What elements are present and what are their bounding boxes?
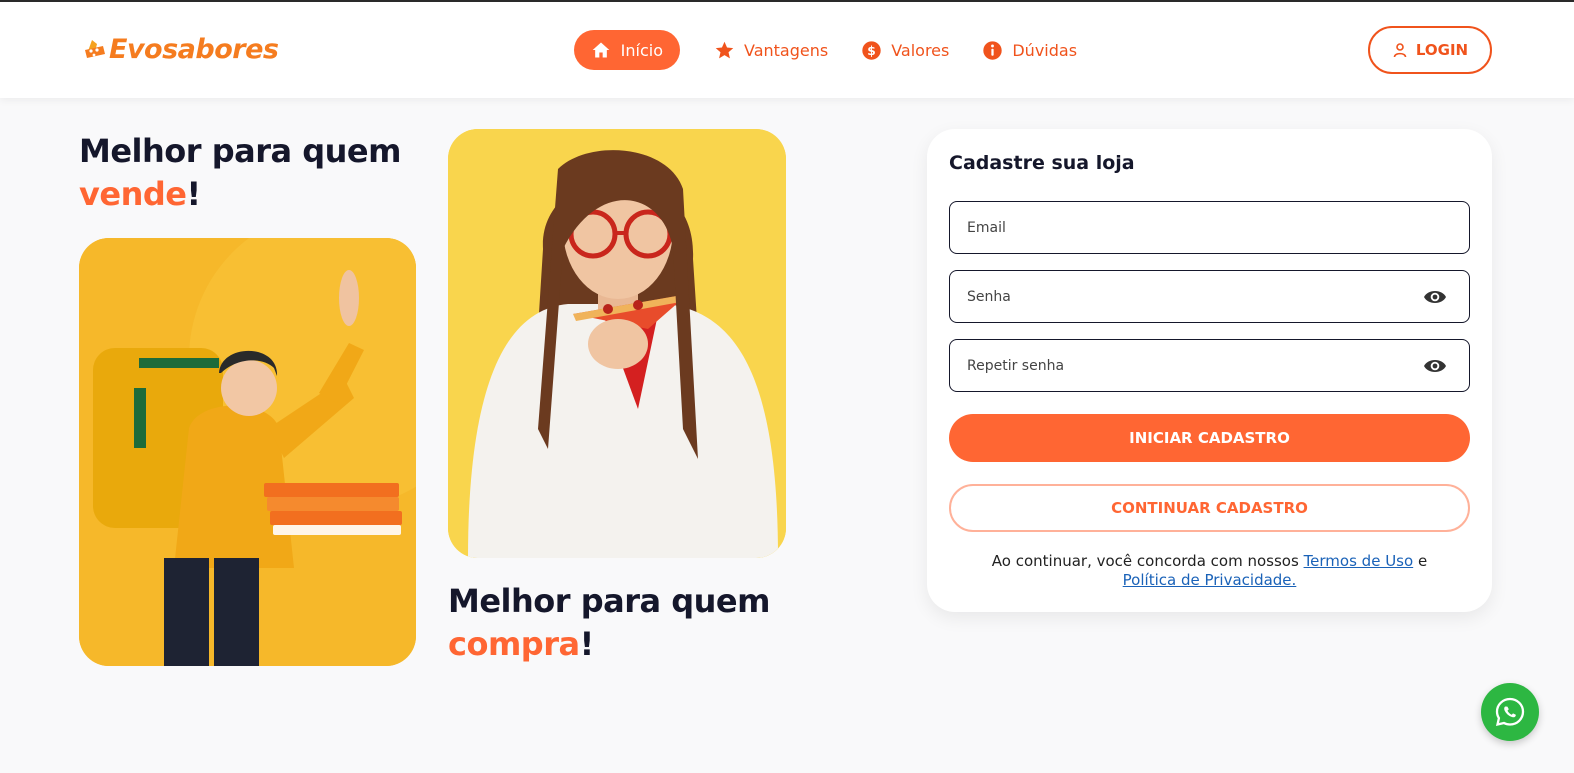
main-nav: Início Vantagens $ Valores Dúvidas [574, 30, 1077, 70]
info-icon [981, 39, 1003, 61]
terms-conjunction: e [1417, 552, 1428, 570]
delivery-person-photo [79, 238, 416, 666]
headline-sellers: Melhor para quem vende! [79, 130, 401, 216]
brand-logo[interactable]: Evosabores [83, 32, 279, 66]
nav-item-duvidas[interactable]: Dúvidas [981, 30, 1077, 70]
signup-title: Cadastre sua loja [949, 152, 1135, 174]
headline-accent-word: vende [79, 175, 187, 213]
dollar-icon: $ [860, 39, 882, 61]
nav-item-valores[interactable]: $ Valores [860, 30, 949, 70]
continue-signup-button[interactable]: CONTINUAR CADASTRO [949, 484, 1470, 532]
start-signup-button[interactable]: INICIAR CADASTRO [949, 414, 1470, 462]
user-icon [1393, 43, 1407, 58]
password-input[interactable] [967, 288, 1387, 305]
brand-name: Evosabores [109, 33, 279, 65]
woman-eating-pizza-photo [448, 129, 786, 558]
nav-item-label: Vantagens [744, 40, 829, 60]
password-field[interactable] [949, 270, 1470, 323]
pizza-illustration [448, 129, 786, 558]
terms-notice: Ao continuar, você concorda com nossos T… [949, 552, 1470, 590]
svg-text:$: $ [867, 43, 876, 57]
headline-buyers: Melhor para quem compra! [448, 580, 770, 666]
signup-card: Cadastre sua loja INICIAR CADASTRO CONTI… [927, 129, 1492, 612]
home-icon [591, 39, 612, 61]
delivery-illustration [79, 238, 416, 666]
headline-accent-word: compra [448, 625, 580, 663]
nav-item-label: Início [620, 40, 663, 60]
headline-line: Melhor para quem [79, 132, 401, 170]
login-button[interactable]: LOGIN [1368, 26, 1492, 74]
headline-line: Melhor para quem [448, 582, 770, 620]
headline-suffix: ! [186, 175, 201, 213]
star-icon [713, 39, 735, 61]
terms-prefix: Ao continuar, você concorda com nossos [991, 552, 1299, 570]
terms-of-use-link[interactable]: Termos de Uso [1304, 552, 1414, 570]
eye-icon[interactable] [1423, 355, 1447, 377]
email-field[interactable] [949, 201, 1470, 254]
nav-item-label: Dúvidas [1012, 40, 1078, 60]
eye-icon[interactable] [1423, 286, 1447, 308]
headline-suffix: ! [579, 625, 595, 663]
logo-mark-icon [85, 40, 105, 58]
whatsapp-icon [1495, 697, 1525, 727]
nav-item-label: Valores [891, 40, 950, 60]
top-navbar: Evosabores Início Vantagens $ Valores Dú… [0, 2, 1574, 98]
repeat-password-field[interactable] [949, 339, 1470, 392]
nav-item-vantagens[interactable]: Vantagens [713, 30, 828, 70]
email-input[interactable] [967, 219, 1387, 236]
whatsapp-button[interactable] [1481, 683, 1539, 741]
login-label: LOGIN [1415, 41, 1469, 59]
privacy-policy-link[interactable]: Política de Privacidade. [1123, 571, 1297, 589]
nav-item-inicio[interactable]: Início [574, 30, 680, 70]
repeat-password-input[interactable] [967, 357, 1387, 374]
